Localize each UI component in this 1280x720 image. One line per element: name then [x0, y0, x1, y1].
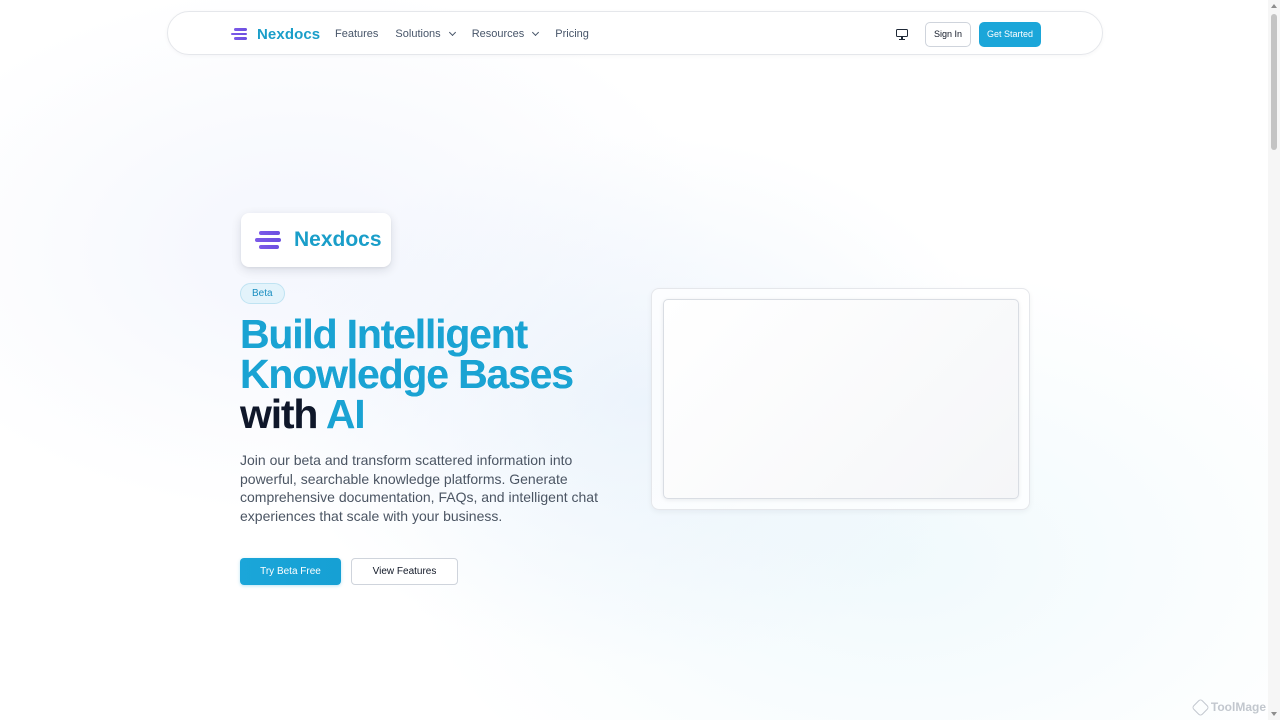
hero-logo-card: Nexdocs: [241, 213, 391, 267]
nav-logo[interactable]: Nexdocs: [231, 23, 320, 45]
nav-link-features[interactable]: Features: [335, 28, 378, 40]
headline-ai: AI: [325, 391, 366, 437]
hero-preview-panel: [663, 299, 1019, 499]
view-features-button[interactable]: View Features: [351, 558, 458, 585]
chevron-down-icon: [532, 28, 540, 37]
nexdocs-logo-icon: [255, 231, 282, 249]
nexdocs-logo-icon: [231, 28, 249, 40]
watermark: ToolMage: [1191, 697, 1266, 717]
nav-actions: Sign In Get Started: [895, 12, 1041, 56]
hero-headline: Build Intelligent Knowledge Bases with A…: [240, 314, 660, 437]
nav-links: Features Solutions Resources Pricing: [335, 12, 606, 56]
nav-link-solutions[interactable]: Solutions: [395, 28, 456, 40]
watermark-icon: [1191, 697, 1210, 717]
nav-link-label: Pricing: [555, 28, 589, 40]
nav-link-resources[interactable]: Resources: [471, 28, 540, 40]
monitor-icon[interactable]: [895, 27, 909, 41]
get-started-button[interactable]: Get Started: [978, 21, 1041, 47]
hero-preview-frame: [651, 288, 1030, 510]
chevron-down-icon: [448, 28, 456, 37]
nav-link-label: Resources: [471, 28, 525, 40]
nav-link-label: Features: [335, 28, 379, 40]
beta-badge: Beta: [240, 283, 285, 304]
hero-brand-name: Nexdocs: [294, 228, 382, 251]
sign-in-button[interactable]: Sign In: [924, 21, 971, 47]
top-navbar: Nexdocs Features Solutions Resources Pri…: [167, 11, 1103, 55]
nav-link-pricing[interactable]: Pricing: [555, 28, 589, 40]
scroll-up-arrow-icon[interactable]: [1271, 4, 1277, 8]
scroll-down-arrow-icon[interactable]: [1271, 712, 1277, 716]
headline-with: with: [240, 391, 318, 437]
watermark-text: ToolMage: [1210, 700, 1266, 714]
nav-link-label: Solutions: [395, 28, 441, 40]
vertical-scrollbar[interactable]: [1268, 0, 1280, 720]
hero-subtext: Join our beta and transform scattered in…: [240, 452, 598, 524]
scrollbar-thumb[interactable]: [1271, 14, 1277, 150]
try-beta-free-button[interactable]: Try Beta Free: [240, 558, 341, 585]
nav-brand-name: Nexdocs: [257, 25, 321, 43]
